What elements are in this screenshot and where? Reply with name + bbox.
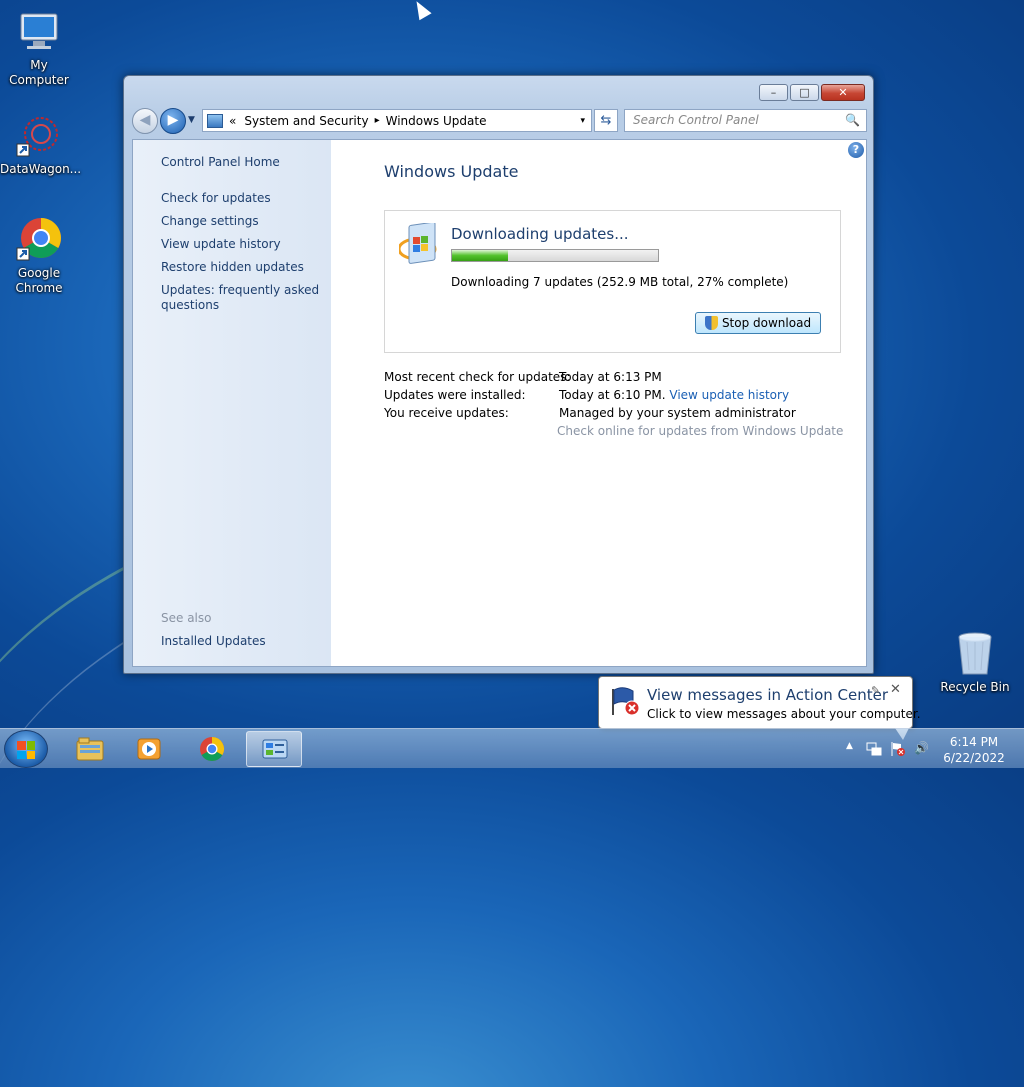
address-bar[interactable]: « System and Security ▸ Windows Update ▾ — [202, 109, 592, 132]
check-online-link[interactable]: Check online for updates from Windows Up… — [557, 424, 843, 438]
info-value: Today at 6:10 PM. View update history — [559, 388, 789, 402]
info-label: Updates were installed: — [384, 388, 526, 402]
action-center-flag-icon — [609, 685, 641, 717]
info-label: Most recent check for updates: — [384, 370, 571, 384]
task-pane: Control Panel Home Check for updates Cha… — [133, 140, 331, 666]
uac-shield-icon — [704, 316, 718, 330]
installed-time: Today at 6:10 PM. — [559, 388, 666, 402]
info-value: Today at 6:13 PM — [559, 370, 662, 384]
view-update-history-link[interactable]: View update history — [161, 237, 281, 252]
breadcrumb-system-and-security[interactable]: System and Security — [244, 114, 368, 128]
clock-date: 6/22/2022 — [943, 751, 1005, 765]
info-value: Managed by your system administrator — [559, 406, 796, 420]
stop-download-button[interactable]: Stop download — [695, 312, 821, 334]
recent-pages-dropdown[interactable]: ▼ — [188, 115, 195, 125]
forward-button[interactable]: ▶ — [160, 108, 186, 134]
action-center-icon[interactable] — [890, 741, 905, 756]
check-for-updates-link[interactable]: Check for updates — [161, 191, 271, 206]
recycle-bin-icon — [951, 630, 999, 678]
network-icon[interactable] — [866, 741, 882, 756]
download-details: Downloading 7 updates (252.9 MB total, 2… — [451, 275, 789, 289]
windows-update-icon — [397, 221, 439, 269]
taskbar-media-player[interactable] — [122, 731, 178, 767]
breadcrumb-windows-update[interactable]: Windows Update — [386, 114, 487, 128]
breadcrumb-overflow[interactable]: « — [229, 114, 236, 128]
notification-message: Click to view messages about your comput… — [647, 707, 921, 721]
taskbar-chrome[interactable] — [184, 731, 240, 767]
windows-logo-icon — [17, 741, 35, 759]
media-player-icon — [137, 738, 161, 760]
windows-update-window: – □ ✕ ◀ ▶ ▼ « System and Security ▸ Wind… — [123, 75, 874, 674]
control-panel-icon — [207, 113, 223, 128]
minimize-button[interactable]: – — [759, 84, 788, 101]
folder-icon — [76, 737, 104, 761]
restore-hidden-updates-link[interactable]: Restore hidden updates — [161, 260, 304, 275]
minimize-icon: – — [770, 86, 777, 99]
arrow-left-icon: ◀ — [139, 112, 151, 128]
notification-title: View messages in Action Center — [647, 686, 889, 704]
navigation-bar: ◀ ▶ ▼ « System and Security ▸ Windows Up… — [132, 107, 867, 135]
stop-download-label: Stop download — [721, 316, 812, 330]
change-settings-link[interactable]: Change settings — [161, 214, 259, 229]
arrow-right-icon: ▶ — [167, 112, 179, 128]
download-progress-bar — [451, 249, 659, 262]
close-button[interactable]: ✕ — [821, 84, 865, 101]
back-button[interactable]: ◀ — [132, 108, 158, 134]
close-icon[interactable]: ✕ — [890, 682, 901, 697]
help-icon[interactable]: ? — [848, 142, 864, 158]
updates-faq-label-line2: questions — [161, 298, 220, 312]
info-label: You receive updates: — [384, 406, 509, 420]
search-icon[interactable]: 🔍 — [845, 110, 860, 131]
mouse-cursor-icon — [410, 0, 432, 21]
window-controls: – □ ✕ — [757, 84, 865, 101]
taskbar-control-panel[interactable] — [246, 731, 302, 767]
download-status-heading: Downloading updates... — [451, 225, 629, 243]
maximize-button[interactable]: □ — [790, 84, 819, 101]
system-clock[interactable]: 6:14 PM 6/22/2022 — [932, 734, 1016, 766]
desktop-icon-label: DataWagon... — [0, 162, 82, 176]
maximize-icon: □ — [799, 86, 810, 99]
download-progress-fill — [452, 250, 508, 261]
desktop-icon-datawagon[interactable]: DataWagon... — [0, 112, 82, 177]
start-button[interactable] — [4, 730, 48, 768]
breadcrumb-separator-icon[interactable]: ▸ — [375, 115, 380, 126]
control-panel-icon — [262, 739, 288, 759]
address-dropdown-icon[interactable]: ▾ — [580, 116, 585, 126]
see-also-heading: See also — [161, 611, 212, 625]
computer-icon — [15, 8, 63, 56]
control-panel-home-link[interactable]: Control Panel Home — [161, 155, 280, 170]
chrome-icon — [15, 216, 63, 264]
installed-updates-link[interactable]: Installed Updates — [161, 634, 266, 649]
refresh-button[interactable]: ⇆ — [594, 109, 618, 132]
updates-faq-label-line1: Updates: frequently asked — [161, 283, 320, 297]
update-status-panel: Downloading updates... Downloading 7 upd… — [384, 210, 841, 353]
updates-faq-link[interactable]: Updates: frequently asked questions — [161, 283, 319, 313]
datawagon-icon — [15, 112, 63, 160]
taskbar-explorer[interactable] — [62, 731, 118, 767]
search-input[interactable]: Search Control Panel 🔍 — [624, 109, 867, 132]
desktop-icon-my-computer[interactable]: My Computer — [0, 8, 78, 88]
options-icon[interactable]: ✎ — [871, 684, 880, 697]
show-hidden-icons-button[interactable]: ▲ — [846, 741, 860, 755]
page-title: Windows Update — [384, 162, 519, 181]
chrome-icon — [200, 737, 225, 762]
desktop-icon-google-chrome[interactable]: Google Chrome — [0, 216, 78, 296]
search-placeholder: Search Control Panel — [633, 113, 759, 127]
desktop-icon-label: My Computer — [9, 58, 69, 87]
volume-icon[interactable]: 🔊 — [914, 741, 929, 755]
view-update-history-inline-link[interactable]: View update history — [669, 388, 789, 402]
desktop-icon-label: Google Chrome — [15, 266, 63, 295]
action-center-notification[interactable]: View messages in Action Center Click to … — [598, 676, 921, 740]
clock-time: 6:14 PM — [949, 735, 999, 749]
content-area: Control Panel Home Check for updates Cha… — [132, 139, 867, 667]
taskbar: ▲ 🔊 6:14 PM 6/22/2022 — [0, 728, 1024, 768]
desktop-icon-label: Recycle Bin — [940, 680, 1010, 694]
close-icon: ✕ — [838, 86, 848, 99]
desktop-icon-recycle-bin[interactable]: Recycle Bin — [936, 630, 1014, 695]
